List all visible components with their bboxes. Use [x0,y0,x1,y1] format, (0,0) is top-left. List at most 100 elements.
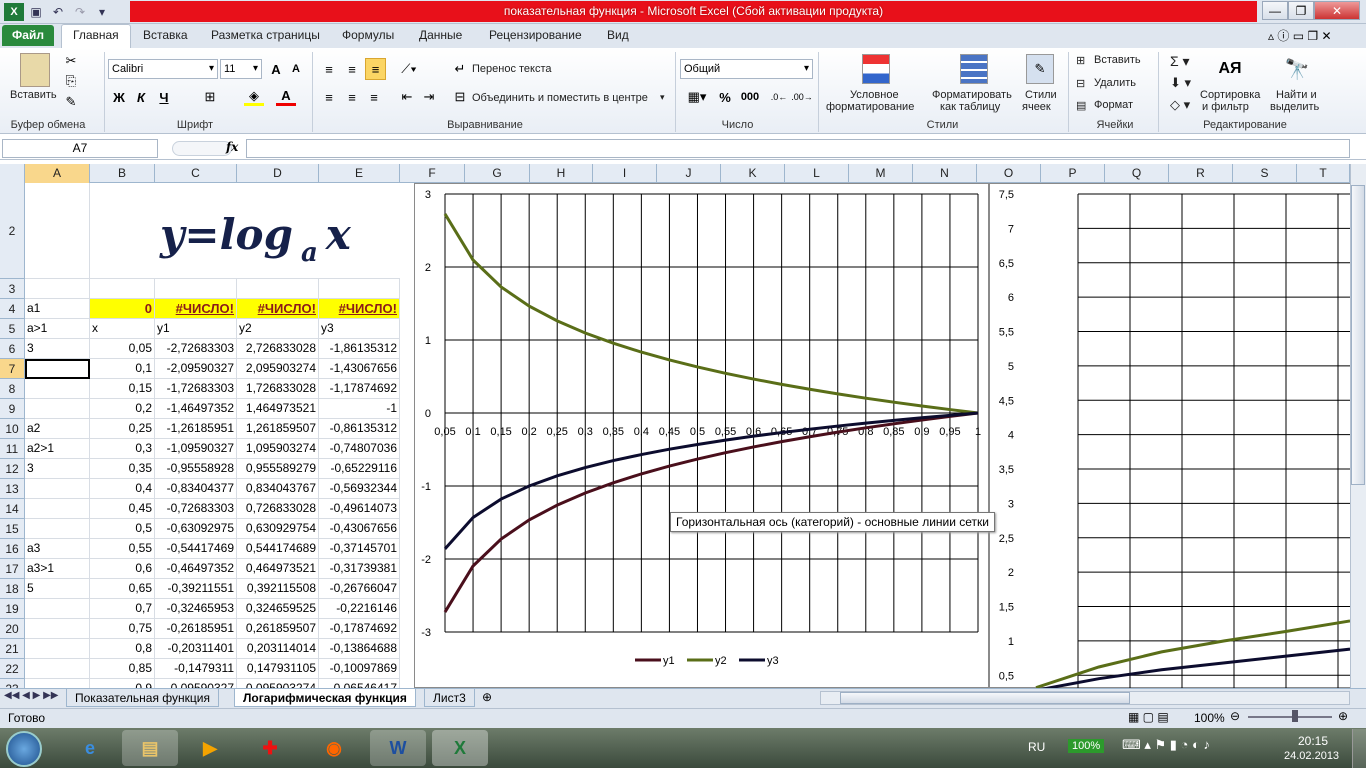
cell[interactable] [25,359,90,379]
row-header[interactable]: 8 [0,379,25,399]
cell[interactable]: 1,261859507 [237,419,319,439]
close-button[interactable]: ✕ [1314,1,1360,20]
cell[interactable]: 5 [25,579,90,599]
column-header-i[interactable]: I [593,164,657,183]
sort-filter-icon[interactable]: АЯ [1215,54,1245,84]
cell[interactable] [25,479,90,499]
cell[interactable]: -0,39211551 [155,579,237,599]
cell[interactable]: 0,5 [90,519,155,539]
column-header-r[interactable]: R [1169,164,1233,183]
cell[interactable]: 0,15 [90,379,155,399]
cell[interactable]: a3 [25,539,90,559]
cell[interactable]: -1,72683303 [155,379,237,399]
cell[interactable]: -0,26766047 [319,579,400,599]
row-header[interactable]: 19 [0,599,25,619]
row-header[interactable]: 12 [0,459,25,479]
cell[interactable]: 0,8 [90,639,155,659]
cell[interactable]: a1 [25,299,90,319]
column-header-h[interactable]: H [530,164,593,183]
format-as-table-label-1[interactable]: Форматировать [932,89,1012,101]
minimize-button[interactable]: — [1262,1,1288,20]
row-header[interactable]: 6 [0,339,25,359]
chart-log-functions[interactable]: 3 2 1 0 -1 -2 -3 0,05 0,1 0,15 0,2 0,25 0,3 0,35 0,4 0,… [414,183,989,688]
new-sheet-icon[interactable]: ⊕ [482,690,492,704]
cut-icon[interactable]: ✂ [62,53,80,69]
cell[interactable]: -0,32465953 [155,599,237,619]
cell[interactable]: 3 [25,339,90,359]
clear-icon[interactable]: ◇ ▾ [1170,97,1190,113]
row-header[interactable]: 21 [0,639,25,659]
row-header[interactable]: 5 [0,319,25,339]
cell[interactable]: 0,45 [90,499,155,519]
cell[interactable]: -0,43067656 [319,519,400,539]
cell[interactable]: 0,75 [90,619,155,639]
underline-button[interactable]: Ч [156,88,172,106]
chart-second[interactable]: 7,5 7 6,5 6 5,5 5 4,5 4 3,5 3 2,5 2 1,5 1 0,5 [989,183,1355,692]
cell[interactable]: -0,31739381 [319,559,400,579]
row-header[interactable]: 20 [0,619,25,639]
cell[interactable]: 0,147931105 [237,659,319,679]
column-header-a[interactable]: A [25,164,90,183]
cell[interactable] [25,519,90,539]
clock-time[interactable]: 20:15 [1298,734,1328,748]
merge-center-icon[interactable]: ⊟ [452,88,468,106]
cell[interactable]: -0,46497352 [155,559,237,579]
increase-indent-icon[interactable]: ⇥ [420,88,438,106]
decrease-indent-icon[interactable]: ⇤ [398,88,416,106]
cell[interactable]: 0,85 [90,659,155,679]
cell[interactable]: a>1 [25,319,90,339]
cell[interactable]: -1,43067656 [319,359,400,379]
cell[interactable]: 1,095903274 [237,439,319,459]
cell[interactable] [25,639,90,659]
cell[interactable]: -0,20311401 [155,639,237,659]
cell[interactable]: -0,54417469 [155,539,237,559]
cell[interactable]: -0,56932344 [319,479,400,499]
cell[interactable] [25,399,90,419]
cell[interactable]: 0,261859507 [237,619,319,639]
cell[interactable]: -2,09590327 [155,359,237,379]
cell[interactable]: 0,464973521 [237,559,319,579]
row-header[interactable]: 10 [0,419,25,439]
format-painter-icon[interactable]: ✎ [62,94,80,110]
column-header-k[interactable]: K [721,164,785,183]
conditional-formatting-label-2[interactable]: форматирование [826,101,914,113]
cell[interactable]: 0,1 [90,359,155,379]
column-header-b[interactable]: B [90,164,155,183]
view-buttons[interactable]: ▦ ▢ ▤ [1128,710,1169,724]
cell[interactable]: y3 [319,319,400,339]
find-select-label-2[interactable]: выделить [1270,101,1319,113]
cell[interactable]: -0,74807036 [319,439,400,459]
align-top-icon[interactable]: ≡ [320,60,338,78]
zoom-slider-thumb[interactable] [1292,710,1298,722]
cell[interactable]: 2,726833028 [237,339,319,359]
insert-cells-icon[interactable]: ⊞ [1076,54,1085,67]
zoom-in-icon[interactable]: ⊕ [1338,709,1348,723]
orientation-icon[interactable]: ⟋▾ [398,60,420,78]
align-right-icon[interactable]: ≡ [365,88,383,106]
start-button-icon[interactable] [6,731,42,767]
tab-file[interactable]: Файл [2,25,54,46]
number-format-combo[interactable]: Общий [680,59,813,79]
format-cells-icon[interactable]: ▤ [1076,99,1086,112]
row-header[interactable]: 3 [0,279,25,299]
cell[interactable]: 0,726833028 [237,499,319,519]
paste-icon[interactable] [20,53,50,87]
zoom-slider[interactable] [1248,716,1332,718]
conditional-formatting-label-1[interactable]: Условное [850,89,899,101]
grow-font-icon[interactable]: A [268,60,284,78]
cell[interactable] [25,659,90,679]
autosum-icon[interactable]: Σ ▾ [1170,53,1190,70]
customize-qat-icon[interactable]: ▾ [92,3,112,21]
row-header[interactable]: 17 [0,559,25,579]
sheet-nav-arrows[interactable]: ◀◀ ◀ ▶ ▶▶ [4,690,58,701]
tab-review[interactable]: Рецензирование [489,28,582,42]
cell[interactable]: 1,464973521 [237,399,319,419]
row-header[interactable]: 2 [0,183,25,279]
row-header[interactable]: 22 [0,659,25,679]
column-header-s[interactable]: S [1233,164,1297,183]
bold-button[interactable]: Ж [111,88,127,106]
cell[interactable]: 0,4 [90,479,155,499]
firefox-icon[interactable]: ◉ [306,730,362,766]
cell-styles-label-1[interactable]: Стили [1025,89,1057,101]
cell[interactable]: 0,55 [90,539,155,559]
